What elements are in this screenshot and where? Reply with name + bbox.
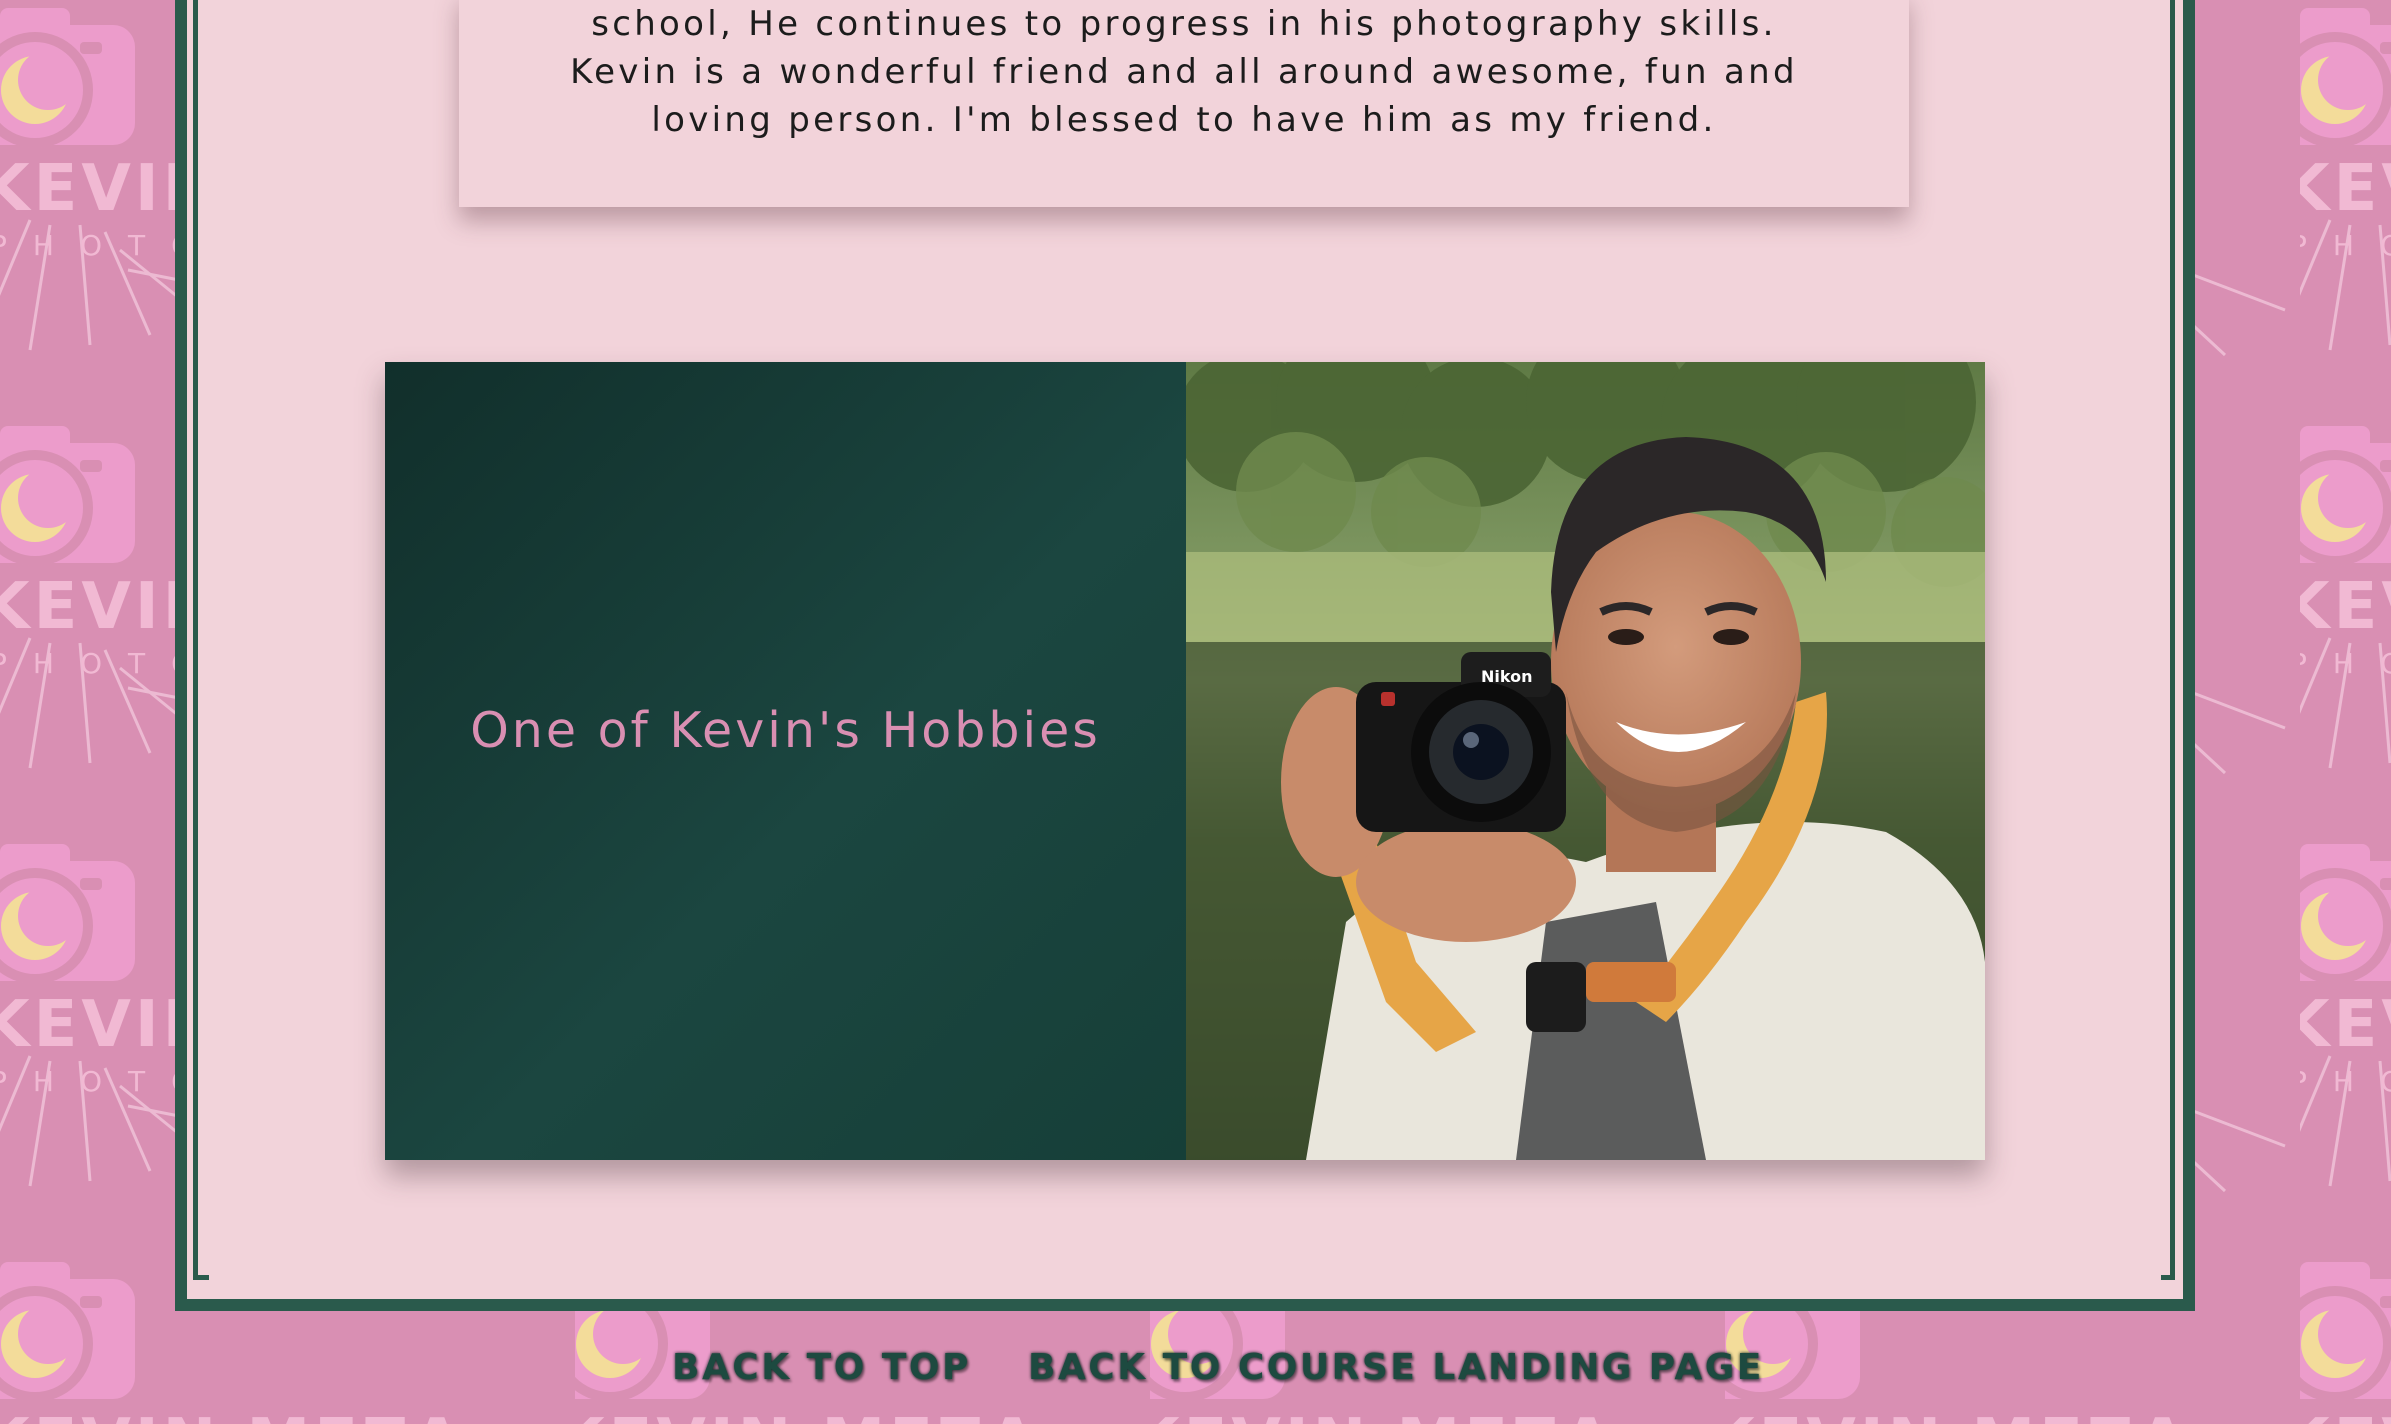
testimonial-line: Kevin is a wonderful friend and all arou…	[570, 52, 1798, 92]
hobbies-title: One of Kevin's Hobbies	[470, 702, 1101, 759]
hobbies-text-panel: One of Kevin's Hobbies	[385, 362, 1186, 1160]
testimonial-line: school, He continues to progress in his …	[591, 4, 1777, 44]
photographer-illustration: Nikon	[1186, 362, 1985, 1160]
hobbies-feature: One of Kevin's Hobbies Nikon	[385, 362, 1985, 1160]
testimonial-card: school, He continues to progress in his …	[459, 0, 1909, 207]
testimonial-line: loving person. I'm blessed to have him a…	[651, 100, 1717, 140]
photographer-photo: Nikon	[1186, 362, 1985, 1160]
back-to-course-link[interactable]: BACK TO COURSE LANDING PAGE	[1028, 1347, 1764, 1388]
back-to-top-link[interactable]: BACK TO TOP	[672, 1347, 971, 1388]
